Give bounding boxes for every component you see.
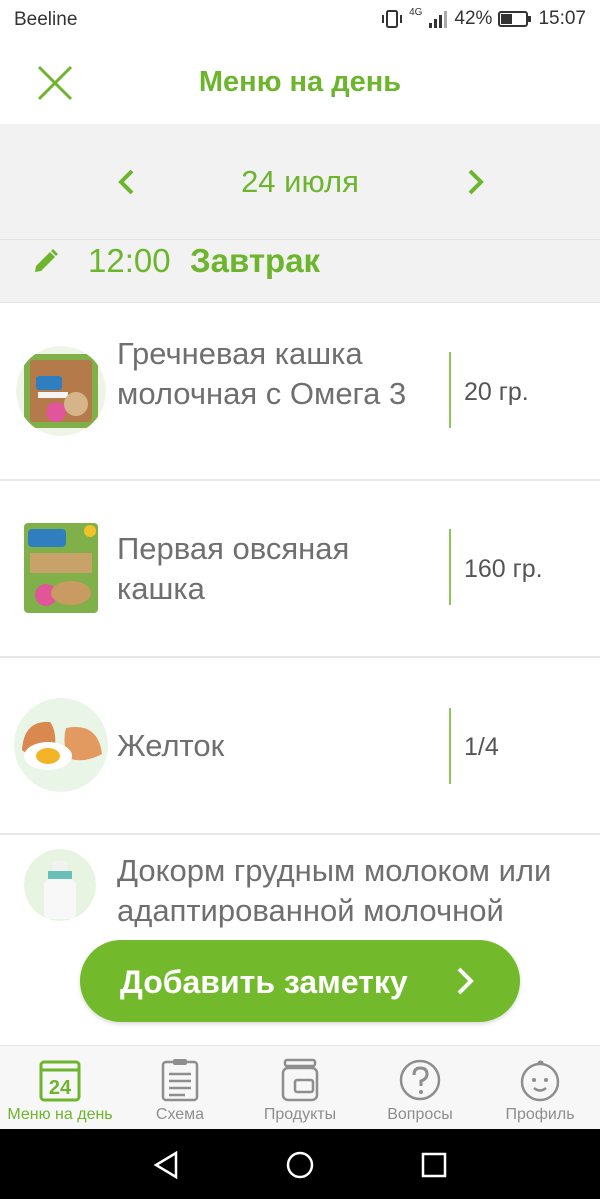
question-icon bbox=[399, 1059, 441, 1101]
status-bar: Beeline 4G 42% 15:07 bbox=[0, 0, 600, 42]
product-image bbox=[24, 849, 96, 921]
product-amount: 160 гр. bbox=[464, 555, 543, 583]
tab-label: Профиль bbox=[505, 1106, 575, 1123]
signal-icon bbox=[429, 11, 448, 28]
product-name: Желток bbox=[117, 728, 225, 763]
product-image bbox=[14, 698, 108, 792]
tab-menu-of-day[interactable]: 24 Меню на день bbox=[0, 1046, 120, 1130]
product-image bbox=[16, 523, 106, 613]
calendar-icon: 24 bbox=[39, 1060, 81, 1102]
tab-products[interactable]: Продукты bbox=[240, 1046, 360, 1130]
tab-profile[interactable]: Профиль bbox=[480, 1046, 600, 1130]
item-divider bbox=[449, 352, 451, 428]
pencil-icon[interactable] bbox=[30, 244, 62, 276]
list-item[interactable]: Желток 1/4 bbox=[0, 658, 600, 835]
meal-name: Завтрак bbox=[190, 242, 321, 279]
baby-bottle-icon bbox=[24, 849, 96, 921]
battery-icon bbox=[498, 11, 532, 27]
app-bar: Меню на день bbox=[0, 42, 600, 124]
network-type: 4G bbox=[409, 7, 423, 18]
tab-questions[interactable]: Вопросы bbox=[360, 1046, 480, 1130]
item-divider bbox=[449, 529, 451, 605]
baby-face-icon bbox=[520, 1060, 560, 1102]
jar-icon bbox=[281, 1058, 319, 1102]
home-icon[interactable] bbox=[282, 1147, 318, 1183]
item-divider bbox=[449, 708, 451, 784]
battery-percent: 42% bbox=[454, 8, 493, 29]
clock: 15:07 bbox=[538, 8, 586, 29]
product-image bbox=[16, 346, 106, 436]
product-name: Первая овсяная кашка bbox=[117, 531, 350, 606]
next-day-button[interactable] bbox=[454, 160, 498, 204]
chevron-right-icon bbox=[468, 169, 484, 195]
back-icon[interactable] bbox=[148, 1147, 184, 1183]
tab-label: Продукты bbox=[263, 1106, 337, 1123]
product-amount: 20 гр. bbox=[464, 378, 529, 406]
product-amount: 1/4 bbox=[464, 733, 499, 761]
list-item[interactable]: Первая овсяная кашка 160 гр. bbox=[0, 481, 600, 658]
list-item[interactable]: Докорм грудным молоком или адаптированно… bbox=[0, 835, 600, 940]
status-icons: 4G 42% 15:07 bbox=[381, 8, 586, 30]
cereal-box-icon bbox=[24, 523, 98, 613]
clipboard-icon bbox=[161, 1059, 199, 1102]
meal-time[interactable]: 12:00 bbox=[88, 242, 171, 280]
tab-label: Вопросы bbox=[387, 1106, 453, 1123]
tab-scheme[interactable]: Схема bbox=[120, 1046, 240, 1130]
recents-icon[interactable] bbox=[416, 1147, 452, 1183]
vibrate-icon bbox=[382, 10, 403, 28]
tab-label: Меню на день bbox=[7, 1106, 113, 1123]
chevron-right-icon bbox=[457, 967, 474, 995]
date-navigator: 24 июля bbox=[0, 124, 600, 240]
carrier-name: Beeline bbox=[14, 9, 78, 30]
egg-icon bbox=[14, 698, 108, 792]
cereal-box-icon bbox=[16, 346, 106, 436]
current-date: 24 июля bbox=[241, 164, 359, 199]
add-note-button[interactable]: Добавить заметку bbox=[80, 940, 520, 1022]
tab-label: Схема bbox=[155, 1106, 205, 1123]
bottom-navigation: 24 Меню на день Схема Продукты Вопросы П… bbox=[0, 1045, 600, 1129]
list-item[interactable]: Гречневая кашка молочная с Омега 3 20 гр… bbox=[0, 304, 600, 481]
calendar-day-number: 24 bbox=[49, 1077, 72, 1099]
product-name: Гречневая кашка молочная с Омега 3 bbox=[117, 336, 407, 411]
meal-header: 12:00 Завтрак bbox=[0, 240, 600, 303]
page-title: Меню на день bbox=[198, 66, 402, 98]
add-note-label: Добавить заметку bbox=[120, 964, 408, 1000]
system-navigation-bar bbox=[0, 1129, 600, 1199]
product-name: Докорм грудным молоком или адаптированно… bbox=[117, 853, 552, 928]
